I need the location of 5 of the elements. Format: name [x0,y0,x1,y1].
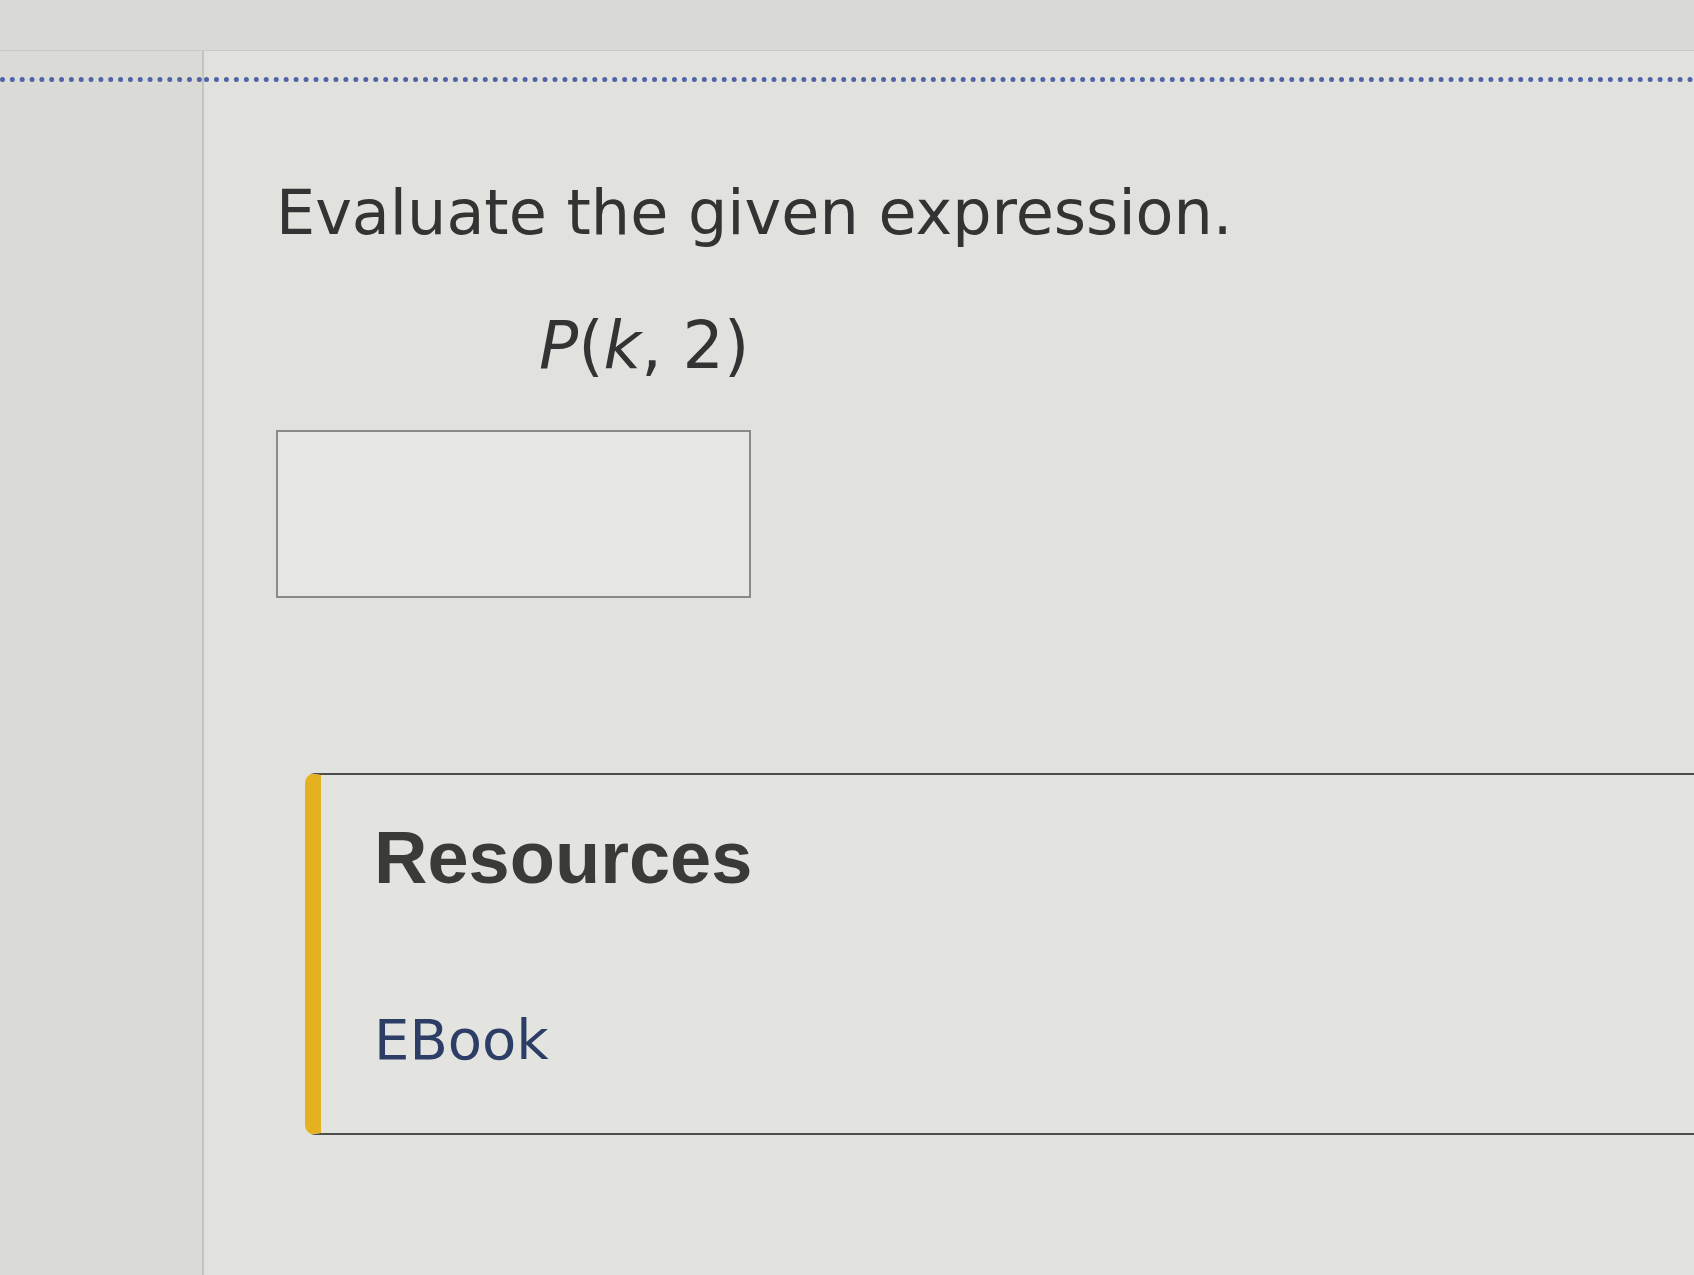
question-prompt: Evaluate the given expression. [276,178,1233,248]
ebook-link[interactable]: EBook [374,1007,549,1072]
math-expression: P(k, 2) [539,308,750,384]
resources-heading: Resources [374,815,753,901]
answer-box[interactable] [276,430,751,598]
